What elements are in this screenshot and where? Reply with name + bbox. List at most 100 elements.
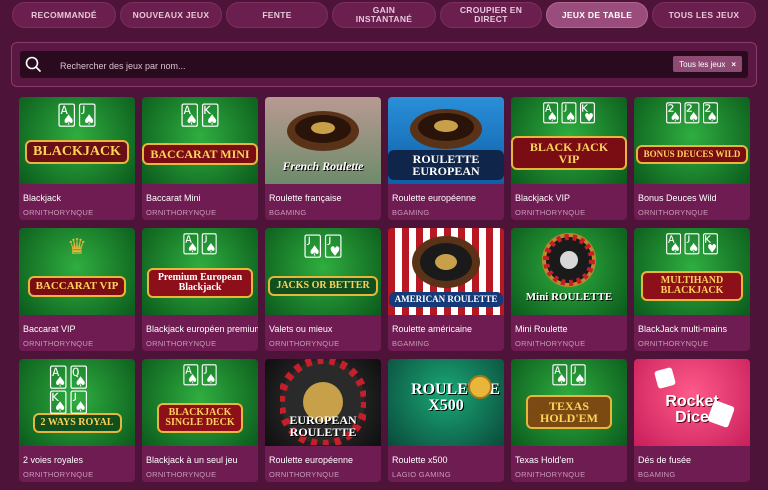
- category-tabs: RECOMMANDÉ NOUVEAUX JEUX FENTE GAIN INST…: [0, 0, 768, 34]
- game-thumbnail: 🂡🂫 BLACKJACK: [19, 97, 135, 184]
- tab-label: FENTE: [262, 9, 292, 20]
- game-card[interactable]: 🂡🂫 TEXAS HOLD'EM Texas Hold'em ORNITHORY…: [511, 359, 627, 482]
- game-logo: Mini ROULETTE: [525, 291, 613, 303]
- tab-label: NOUVEAUX JEUX: [132, 9, 210, 20]
- search-icon[interactable]: [25, 56, 41, 72]
- game-card[interactable]: Mini ROULETTE Mini Roulette ORNITHORYNQU…: [511, 228, 627, 351]
- game-logo: Premium European Blackjack: [147, 267, 253, 298]
- game-logo: EUROPEAN ROULETTE: [289, 412, 357, 439]
- game-card[interactable]: 🂡🂫 Premium European Blackjack Blackjack …: [142, 228, 258, 351]
- roulette-wheel-icon: [410, 109, 482, 149]
- game-card[interactable]: EUROPEAN ROULETTE Roulette européenne OR…: [265, 359, 381, 482]
- tab-label: CROUPIER EN DIRECT: [459, 5, 523, 24]
- tab-fente[interactable]: FENTE: [226, 2, 328, 28]
- playing-cards-icon: 🂡🂫: [181, 365, 219, 385]
- game-thumbnail: 🂡🂫 Premium European Blackjack: [142, 228, 258, 315]
- game-provider: ORNITHORYNQUE: [146, 339, 217, 348]
- tab-croupier-en-direct[interactable]: CROUPIER EN DIRECT: [440, 2, 542, 28]
- game-title: 2 voies royales: [23, 455, 84, 465]
- game-thumbnail: 🂡🂭🂮🂫 2 WAYS ROYAL: [19, 359, 135, 446]
- filter-chip-label: Tous les jeux: [679, 59, 726, 69]
- roulette-wheel-icon: [542, 233, 596, 287]
- game-thumbnail: 🂡🂮 BACCARAT MINI: [142, 97, 258, 184]
- game-card[interactable]: 🂡🂫🂾 MULTIHAND BLACKJACK BlackJack multi-…: [634, 228, 750, 351]
- tab-label: RECOMMANDÉ: [31, 9, 97, 20]
- game-thumbnail: EUROPEAN ROULETTE: [265, 359, 381, 446]
- game-thumbnail: Rocket Dice: [634, 359, 750, 446]
- playing-cards-icon: 🂡🂭🂮🂫: [48, 367, 89, 414]
- game-thumbnail: ♛ BACCARAT VIP: [19, 228, 135, 315]
- game-title: Bonus Deuces Wild: [638, 193, 717, 203]
- game-logo: MULTIHAND BLACKJACK: [641, 270, 743, 301]
- game-provider: BGAMING: [638, 470, 676, 479]
- dice-icon: [653, 366, 677, 390]
- game-card[interactable]: 🂡🂫🂾 BLACK JACK VIP Blackjack VIP ORNITHO…: [511, 97, 627, 220]
- game-title: Blackjack: [23, 193, 62, 203]
- game-thumbnail: ROULETTE X500: [388, 359, 504, 446]
- game-title: Blackjack VIP: [515, 193, 571, 203]
- game-thumbnail: ROULETTE EUROPEAN: [388, 97, 504, 184]
- playing-cards-icon: 🂡🂮: [179, 105, 221, 127]
- filter-chip-all-games[interactable]: Tous les jeux ×: [673, 56, 742, 72]
- game-thumbnail: 🂢🂢🂢 BONUS DEUCES WILD: [634, 97, 750, 184]
- tab-label: JEUX DE TABLE: [561, 9, 633, 20]
- playing-cards-icon: 🂢🂢🂢: [664, 103, 720, 123]
- game-logo: BLACKJACK: [25, 139, 129, 164]
- coin-icon: [468, 375, 492, 399]
- game-provider: ORNITHORYNQUE: [638, 339, 709, 348]
- game-card[interactable]: 🂢🂢🂢 BONUS DEUCES WILD Bonus Deuces Wild …: [634, 97, 750, 220]
- game-card[interactable]: ♛ BACCARAT VIP Baccarat VIP ORNITHORYNQU…: [19, 228, 135, 351]
- game-provider: LAGIO GAMING: [392, 470, 452, 479]
- game-card[interactable]: 🂡🂭🂮🂫 2 WAYS ROYAL 2 voies royales ORNITH…: [19, 359, 135, 482]
- tab-tous-les-jeux[interactable]: TOUS LES JEUX: [652, 2, 756, 28]
- tab-jeux-de-table[interactable]: JEUX DE TABLE: [546, 2, 648, 28]
- game-title: BlackJack multi-mains: [638, 324, 728, 334]
- game-provider: ORNITHORYNQUE: [23, 470, 94, 479]
- game-provider: ORNITHORYNQUE: [515, 208, 586, 217]
- roulette-wheel-icon: [287, 111, 359, 151]
- search-input[interactable]: [58, 51, 622, 80]
- game-logo: JACKS OR BETTER: [268, 275, 378, 296]
- game-card[interactable]: ROULETTE X500 Roulette x500 LAGIO GAMING: [388, 359, 504, 482]
- playing-cards-icon: 🂡🂫: [550, 365, 588, 385]
- game-title: Blackjack à un seul jeu: [146, 455, 238, 465]
- playing-cards-icon: 🂫🂻: [302, 236, 344, 258]
- game-title: Dés de fusée: [638, 455, 692, 465]
- game-provider: ORNITHORYNQUE: [23, 339, 94, 348]
- game-logo: BONUS DEUCES WILD: [635, 145, 749, 164]
- game-card[interactable]: ROULETTE EUROPEAN Roulette européenne BG…: [388, 97, 504, 220]
- game-thumbnail: 🂡🂫 TEXAS HOLD'EM: [511, 359, 627, 446]
- tab-nouveaux-jeux[interactable]: NOUVEAUX JEUX: [120, 2, 222, 28]
- game-card[interactable]: AMERICAN ROULETTE Roulette américaine BG…: [388, 228, 504, 351]
- playing-cards-icon: 🂡🂫: [181, 234, 219, 254]
- crown-icon: ♛: [67, 234, 87, 259]
- game-provider: BGAMING: [392, 339, 430, 348]
- game-logo: TEXAS HOLD'EM: [526, 394, 612, 429]
- game-card[interactable]: 🂡🂫 BLACKJACK SINGLE DECK Blackjack à un …: [142, 359, 258, 482]
- game-title: Roulette européenne: [269, 455, 354, 465]
- game-provider: ORNITHORYNQUE: [23, 208, 94, 217]
- game-card[interactable]: 🂡🂮 BACCARAT MINI Baccarat Mini ORNITHORY…: [142, 97, 258, 220]
- game-title: Valets ou mieux: [269, 324, 333, 334]
- tab-gain-instantane[interactable]: GAIN INSTANTANÉ: [332, 2, 436, 28]
- close-icon[interactable]: ×: [731, 60, 736, 69]
- game-card[interactable]: Rocket Dice Dés de fusée BGAMING: [634, 359, 750, 482]
- game-card[interactable]: 🂫🂻 JACKS OR BETTER Valets ou mieux ORNIT…: [265, 228, 381, 351]
- game-provider: BGAMING: [269, 208, 307, 217]
- game-card[interactable]: French Roulette Roulette française BGAMI…: [265, 97, 381, 220]
- game-thumbnail: French Roulette: [265, 97, 381, 184]
- game-provider: ORNITHORYNQUE: [269, 339, 340, 348]
- game-title: Blackjack européen premium: [146, 324, 258, 334]
- game-thumbnail: Mini ROULETTE: [511, 228, 627, 315]
- playing-cards-icon: 🂡🂫🂾: [541, 103, 597, 123]
- game-title: Roulette européenne: [392, 193, 477, 203]
- game-logo: BLACK JACK VIP: [511, 135, 627, 170]
- game-title: Roulette française: [269, 193, 342, 203]
- game-logo: French Roulette: [282, 158, 364, 173]
- tab-recommande[interactable]: RECOMMANDÉ: [12, 2, 116, 28]
- game-title: Baccarat VIP: [23, 324, 76, 334]
- tab-label: GAIN INSTANTANÉ: [355, 5, 413, 24]
- game-card[interactable]: 🂡🂫 BLACKJACK Blackjack ORNITHORYNQUE: [19, 97, 135, 220]
- game-logo: ROULETTE EUROPEAN: [388, 149, 504, 180]
- game-title: Roulette américaine: [392, 324, 473, 334]
